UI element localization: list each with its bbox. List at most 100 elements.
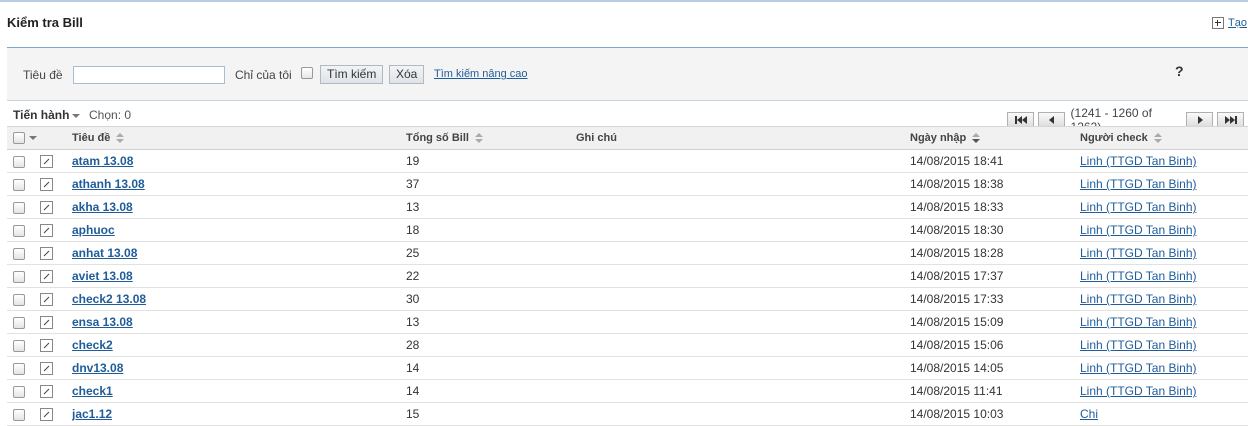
- row-title-cell: atam 13.08: [72, 149, 406, 173]
- row-select-cell[interactable]: [7, 241, 40, 265]
- row-edit-cell[interactable]: [40, 287, 72, 311]
- row-checker-link[interactable]: Linh (TTGD Tan Binh): [1080, 361, 1197, 375]
- edit-icon[interactable]: [40, 270, 53, 284]
- row-checker-link[interactable]: Chi: [1080, 407, 1098, 421]
- sort-icon[interactable]: [1153, 133, 1162, 144]
- row-checkbox[interactable]: [13, 408, 25, 421]
- chevron-down-icon[interactable]: [29, 136, 37, 141]
- row-checker-link[interactable]: Linh (TTGD Tan Binh): [1080, 223, 1197, 237]
- select-all-checkbox[interactable]: [13, 132, 25, 145]
- row-select-cell[interactable]: [7, 264, 40, 288]
- edit-icon[interactable]: [40, 178, 53, 192]
- row-select-cell[interactable]: [7, 356, 40, 380]
- edit-icon[interactable]: [40, 224, 53, 238]
- row-select-cell[interactable]: [7, 218, 40, 242]
- row-title-link[interactable]: jac1.12: [72, 407, 112, 421]
- mine-only-checkbox[interactable]: [301, 67, 313, 79]
- search-button[interactable]: Tìm kiếm: [320, 65, 384, 84]
- row-checker-cell: Linh (TTGD Tan Binh): [1080, 379, 1248, 403]
- edit-icon[interactable]: [40, 362, 53, 376]
- row-title-link[interactable]: aphuoc: [72, 223, 115, 237]
- row-select-cell[interactable]: [7, 287, 40, 311]
- sort-desc-icon[interactable]: [972, 133, 981, 144]
- row-edit-cell[interactable]: [40, 379, 72, 403]
- row-checker-link[interactable]: Linh (TTGD Tan Binh): [1080, 315, 1197, 329]
- row-checker-link[interactable]: Linh (TTGD Tan Binh): [1080, 269, 1197, 283]
- row-checkbox[interactable]: [13, 270, 25, 283]
- column-total[interactable]: Tổng số Bill: [406, 126, 576, 150]
- advanced-search-link[interactable]: Tìm kiếm nâng cao: [434, 68, 528, 80]
- action-menu[interactable]: Tiến hành: [13, 108, 81, 122]
- column-checker[interactable]: Người check: [1080, 126, 1248, 150]
- row-title-link[interactable]: aviet 13.08: [72, 269, 133, 283]
- sort-icon[interactable]: [474, 133, 483, 144]
- row-title-link[interactable]: check1: [72, 384, 113, 398]
- row-select-cell[interactable]: [7, 333, 40, 357]
- edit-icon[interactable]: [40, 385, 53, 399]
- edit-icon[interactable]: [40, 201, 53, 215]
- row-select-cell[interactable]: [7, 195, 40, 219]
- row-edit-cell[interactable]: [40, 172, 72, 196]
- add-link[interactable]: Tạo: [1228, 17, 1247, 29]
- row-edit-cell[interactable]: [40, 149, 72, 173]
- edit-icon[interactable]: [40, 316, 53, 330]
- row-checkbox[interactable]: [13, 385, 25, 398]
- sort-icon[interactable]: [116, 133, 125, 144]
- row-title-link[interactable]: check2: [72, 338, 113, 352]
- row-checker-link[interactable]: Linh (TTGD Tan Binh): [1080, 384, 1197, 398]
- table-row: akha 13.08 13 14/08/2015 18:33 Linh (TTGD T…: [7, 195, 1248, 219]
- row-select-cell[interactable]: [7, 402, 40, 426]
- edit-icon[interactable]: [40, 155, 53, 169]
- row-total: 14: [406, 356, 576, 380]
- row-checker-link[interactable]: Linh (TTGD Tan Binh): [1080, 154, 1197, 168]
- edit-icon[interactable]: [40, 408, 53, 422]
- row-checkbox[interactable]: [13, 201, 25, 214]
- help-icon[interactable]: ?: [1175, 63, 1184, 79]
- row-select-cell[interactable]: [7, 149, 40, 173]
- column-date[interactable]: Ngày nhập: [910, 126, 1080, 150]
- row-title-cell: ensa 13.08: [72, 310, 406, 334]
- row-edit-cell[interactable]: [40, 195, 72, 219]
- row-title-link[interactable]: check2 13.08: [72, 292, 146, 306]
- table-row: jac1.12 15 14/08/2015 10:03 Chi: [7, 402, 1248, 426]
- row-title-link[interactable]: anhat 13.08: [72, 246, 137, 260]
- row-edit-cell[interactable]: [40, 356, 72, 380]
- row-title-link[interactable]: athanh 13.08: [72, 177, 145, 191]
- row-checkbox[interactable]: [13, 293, 25, 306]
- row-select-cell[interactable]: [7, 379, 40, 403]
- row-select-cell[interactable]: [7, 172, 40, 196]
- row-edit-cell[interactable]: [40, 218, 72, 242]
- prev-page-icon: [1048, 116, 1054, 124]
- row-checker-link[interactable]: Linh (TTGD Tan Binh): [1080, 200, 1197, 214]
- row-title-link[interactable]: akha 13.08: [72, 200, 133, 214]
- row-checkbox[interactable]: [13, 178, 25, 191]
- row-checkbox[interactable]: [13, 155, 25, 168]
- edit-icon[interactable]: [40, 247, 53, 261]
- row-title-link[interactable]: dnv13.08: [72, 361, 123, 375]
- row-edit-cell[interactable]: [40, 310, 72, 334]
- row-title-link[interactable]: atam 13.08: [72, 154, 133, 168]
- add-new[interactable]: Tạo: [1212, 17, 1247, 29]
- row-checker-link[interactable]: Linh (TTGD Tan Binh): [1080, 338, 1197, 352]
- row-select-cell[interactable]: [7, 310, 40, 334]
- edit-icon[interactable]: [40, 293, 53, 307]
- row-checkbox[interactable]: [13, 362, 25, 375]
- edit-icon[interactable]: [40, 339, 53, 353]
- title-search-input[interactable]: [73, 66, 225, 84]
- column-title[interactable]: Tiêu đề: [72, 126, 406, 150]
- row-date: 14/08/2015 11:41: [910, 379, 1080, 403]
- row-checkbox[interactable]: [13, 224, 25, 237]
- row-checker-link[interactable]: Linh (TTGD Tan Binh): [1080, 246, 1197, 260]
- row-checkbox[interactable]: [13, 247, 25, 260]
- row-edit-cell[interactable]: [40, 402, 72, 426]
- row-edit-cell[interactable]: [40, 333, 72, 357]
- row-edit-cell[interactable]: [40, 241, 72, 265]
- row-edit-cell[interactable]: [40, 264, 72, 288]
- select-all-cell[interactable]: [7, 126, 40, 150]
- row-checker-link[interactable]: Linh (TTGD Tan Binh): [1080, 177, 1197, 191]
- row-checkbox[interactable]: [13, 339, 25, 352]
- row-checker-link[interactable]: Linh (TTGD Tan Binh): [1080, 292, 1197, 306]
- row-title-link[interactable]: ensa 13.08: [72, 315, 133, 329]
- row-checkbox[interactable]: [13, 316, 25, 329]
- clear-button[interactable]: Xóa: [389, 65, 425, 84]
